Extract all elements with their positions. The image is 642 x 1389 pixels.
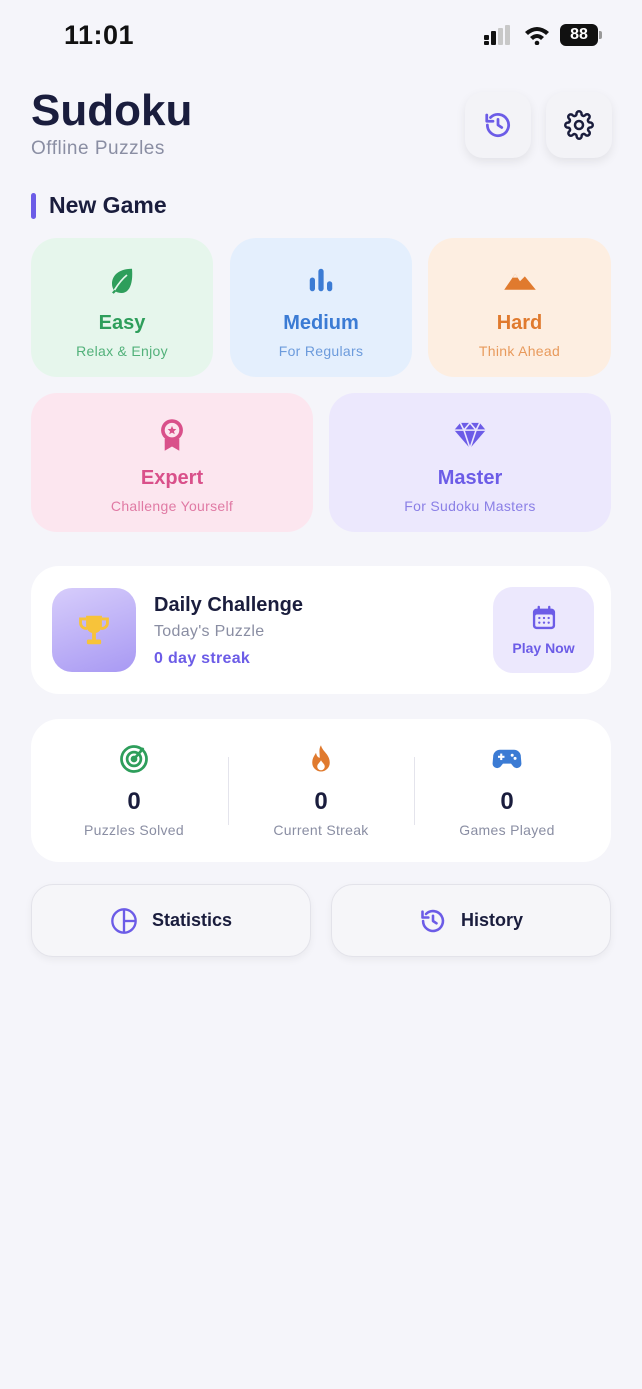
daily-streak-text: 0 day streak [154,650,251,667]
difficulty-name: Medium [283,312,359,334]
battery-indicator: 88 [560,24,602,46]
wifi-icon [525,27,549,45]
status-bar: 11:01 88 [0,0,642,72]
section-accent-bar [31,193,36,219]
stat-puzzles-solved: 0 Puzzles Solved [41,719,227,863]
status-time: 11:01 [64,20,135,50]
gamepad-icon [492,749,522,769]
difficulty-expert-card[interactable]: Expert Challenge Yourself [31,393,313,532]
history-icon [421,909,445,932]
daily-challenge-subtitle: Today's Puzzle [154,623,265,640]
gear-icon [564,110,594,140]
stats-card: 0 Puzzles Solved 0 Current Streak 0 Game… [31,719,611,862]
status-icons: 88 [484,24,602,46]
difficulty-subtitle: Think Ahead [478,343,561,359]
difficulty-hard-card[interactable]: Hard Think Ahead [428,238,611,377]
history-bottom-button[interactable]: History [331,884,611,957]
difficulty-name: Master [437,467,503,489]
leaf-icon [112,268,133,294]
daily-challenge-badge [52,588,136,672]
trophy-icon [79,615,109,645]
play-now-label: Play Now [512,640,575,656]
statistics-button[interactable]: Statistics [31,884,311,957]
stat-label: Current Streak [273,822,369,838]
pie-chart-icon [111,907,137,934]
settings-button[interactable] [546,92,612,158]
history-button[interactable] [465,92,531,158]
difficulty-subtitle: Relax & Enjoy [76,343,168,359]
difficulty-subtitle: For Regulars [278,343,364,359]
award-icon [161,419,183,451]
difficulty-subtitle: Challenge Yourself [110,498,234,514]
stat-games-played: 0 Games Played [414,719,600,863]
stat-value: 0 [127,788,141,815]
stat-value: 0 [500,788,514,815]
daily-challenge-title: Daily Challenge [154,594,303,616]
difficulty-subtitle: For Sudoku Masters [404,498,536,514]
bar-chart-icon [309,268,333,292]
difficulty-medium-card[interactable]: Medium For Regulars [230,238,412,377]
target-icon [120,745,148,773]
statistics-label: Statistics [151,910,233,930]
stat-value: 0 [314,788,328,815]
diamond-icon [454,421,486,450]
difficulty-name: Expert [140,467,204,489]
stat-label: Puzzles Solved [84,822,184,838]
mountain-icon [503,273,536,290]
cellular-signal-icon [484,25,510,45]
flame-icon [312,745,330,772]
stat-label: Games Played [459,822,555,838]
app-subtitle: Offline Puzzles [31,138,165,159]
difficulty-name: Easy [98,312,146,334]
history-label: History [460,910,523,930]
daily-challenge-card[interactable]: Daily Challenge Today's Puzzle 0 day str… [31,566,611,694]
app-title: Sudoku [31,86,193,135]
play-now-button[interactable]: Play Now [493,587,594,673]
calendar-icon [532,605,555,630]
difficulty-master-card[interactable]: Master For Sudoku Masters [329,393,611,532]
difficulty-easy-card[interactable]: Easy Relax & Enjoy [31,238,213,377]
history-icon [485,113,510,137]
difficulty-name: Hard [496,312,543,334]
new-game-heading: New Game [49,192,167,218]
stat-current-streak: 0 Current Streak [228,719,414,863]
